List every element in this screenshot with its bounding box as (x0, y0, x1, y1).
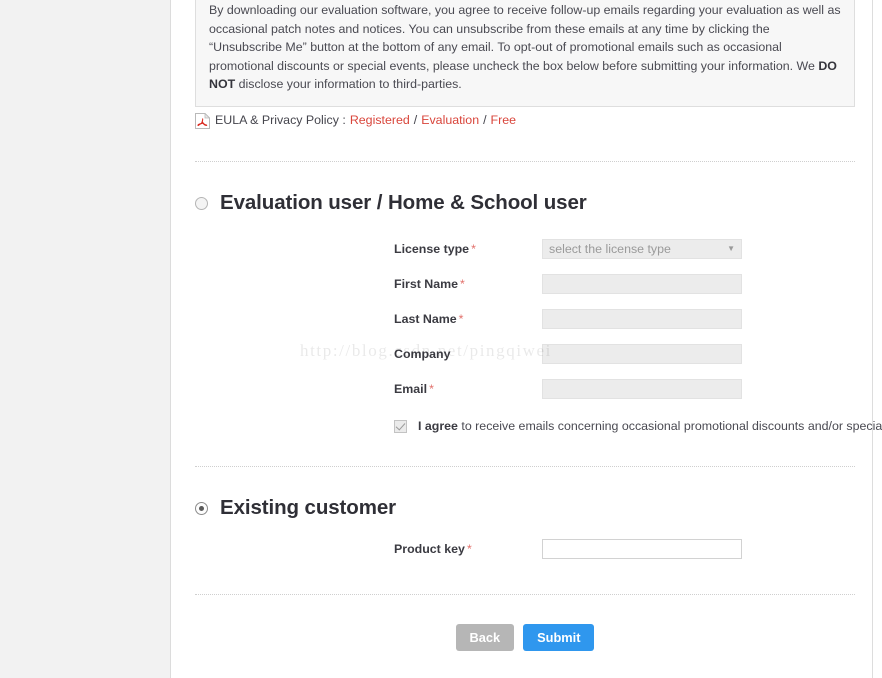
form-row-first-name: First Name * (394, 273, 742, 295)
input-email[interactable] (542, 379, 742, 399)
form-content-area: By downloading our evaluation software, … (172, 0, 882, 678)
radio-existing-customer[interactable] (195, 501, 208, 515)
section-header-existing-customer[interactable]: Existing customer (195, 496, 396, 520)
eula-separator-1: / (413, 113, 418, 127)
label-last-name: Last Name * (394, 312, 464, 326)
label-company: Company (394, 347, 452, 361)
form-row-product-key: Product key * (394, 538, 742, 560)
eula-separator-2: / (483, 113, 487, 127)
section-header-evaluation-user[interactable]: Evaluation user / Home & School user (195, 191, 587, 215)
registration-page: By downloading our evaluation software, … (0, 0, 882, 678)
divider-bottom (195, 594, 855, 595)
input-last-name[interactable] (542, 309, 742, 329)
label-first-name: First Name * (394, 277, 465, 291)
section-title-evaluation-user: Evaluation user / Home & School user (220, 191, 587, 214)
chevron-down-icon: ▼ (727, 244, 735, 253)
required-marker-product-key: * (466, 542, 472, 556)
agree-promotional-emails-row: I agree to receive emails concerning occ… (394, 419, 882, 433)
form-row-email: Email * (394, 378, 742, 400)
download-notice-box: By downloading our evaluation software, … (195, 0, 855, 107)
pdf-icon (195, 112, 211, 129)
divider-top (195, 161, 855, 162)
eula-link-free[interactable]: Free (491, 113, 516, 127)
required-marker-license-type: * (471, 242, 476, 256)
page-left-gutter (0, 0, 171, 678)
form-row-license-type: License type * select the license type ▼ (394, 238, 742, 260)
eula-label: EULA & Privacy Policy : (215, 113, 346, 127)
radio-evaluation-user[interactable] (195, 196, 208, 210)
divider-middle (195, 466, 855, 467)
agree-promotional-emails-label: I agree to receive emails concerning occ… (418, 419, 882, 433)
eula-link-registered[interactable]: Registered (350, 113, 410, 127)
agree-rest-part: to receive emails concerning occasional … (457, 419, 882, 433)
submit-button[interactable]: Submit (523, 624, 595, 651)
required-marker-last-name: * (458, 312, 464, 326)
required-marker-first-name: * (460, 277, 465, 291)
label-license-type: License type * (394, 242, 476, 256)
back-button[interactable]: Back (455, 624, 515, 651)
section-title-existing-customer: Existing customer (220, 496, 397, 519)
download-notice-text: By downloading our evaluation software, … (209, 3, 841, 91)
agree-bold-part: I agree (418, 419, 458, 433)
page-right-rule (872, 0, 873, 678)
input-company[interactable] (542, 344, 742, 364)
required-marker-email: * (429, 382, 434, 396)
label-email: Email * (394, 382, 434, 396)
eula-privacy-row: EULA & Privacy Policy : Registered / Eva… (195, 112, 516, 129)
form-button-bar: Back Submit (195, 624, 855, 651)
select-license-type[interactable]: select the license type ▼ (542, 239, 742, 259)
required-marker-company (450, 347, 452, 361)
input-first-name[interactable] (542, 274, 742, 294)
eula-link-evaluation[interactable]: Evaluation (421, 113, 479, 127)
input-product-key[interactable] (542, 539, 742, 559)
select-license-type-value: select the license type (549, 242, 671, 256)
checkbox-agree-promotional-emails[interactable] (394, 419, 407, 433)
form-row-last-name: Last Name * (394, 308, 742, 330)
form-row-company: Company (394, 343, 742, 365)
label-product-key: Product key * (394, 542, 472, 556)
